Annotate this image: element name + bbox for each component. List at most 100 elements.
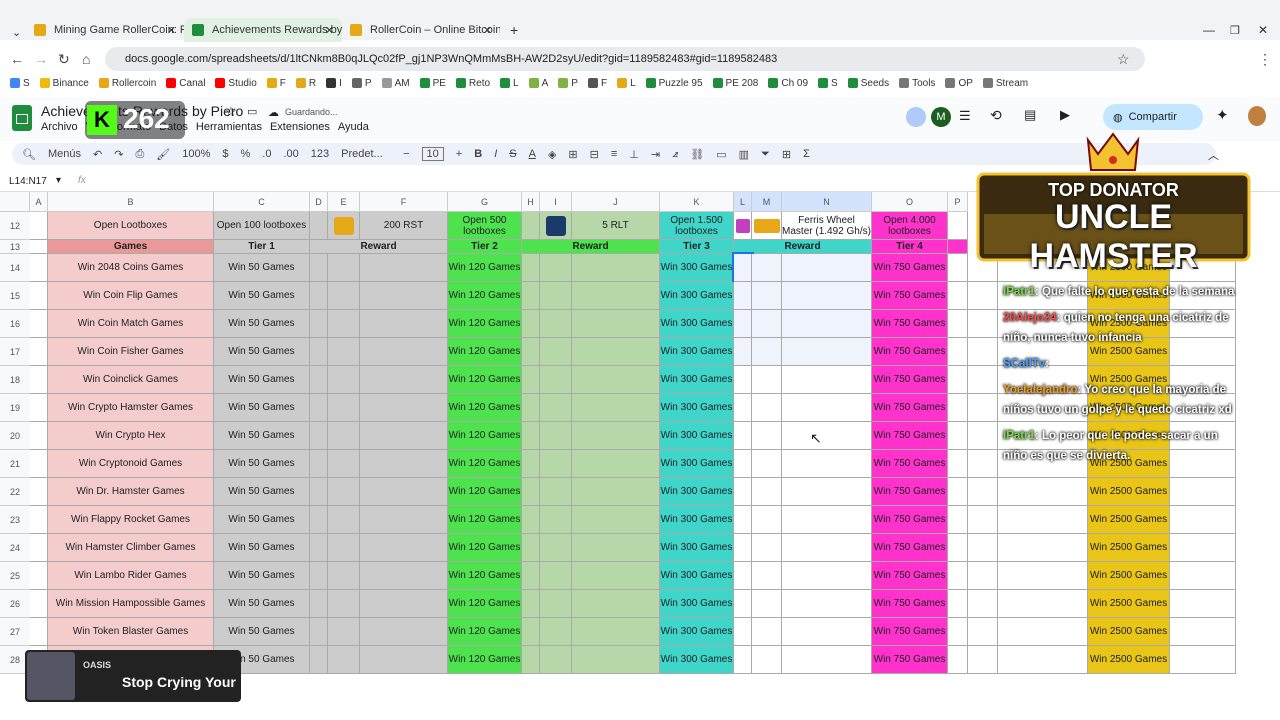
tier1-requirement-cell[interactable]: Win 50 Games	[214, 506, 310, 534]
tier2-reward-cell[interactable]	[572, 618, 660, 646]
tier5-requirement-cell[interactable]: Win 2500 Games	[1088, 506, 1170, 534]
bookmark-item[interactable]: S	[818, 78, 838, 89]
search-icon[interactable]: 🔍︎	[22, 148, 36, 161]
tier3-requirement-cell[interactable]: Win 300 Games	[660, 394, 734, 422]
tier3-reward-cell[interactable]	[782, 590, 872, 618]
cell[interactable]	[328, 618, 360, 646]
align-vertical-icon[interactable]: ⊥	[629, 148, 639, 161]
bookmark-item[interactable]: AM	[381, 78, 410, 89]
percent-button[interactable]: %	[240, 148, 250, 160]
tier2-reward-cell[interactable]	[572, 562, 660, 590]
cell[interactable]	[734, 618, 752, 646]
align-horizontal-icon[interactable]: ≡	[611, 148, 617, 160]
tier2-reward-cell[interactable]	[572, 254, 660, 282]
cell[interactable]	[948, 338, 968, 366]
cell[interactable]	[1170, 562, 1236, 590]
cell[interactable]	[752, 534, 782, 562]
cell[interactable]	[540, 506, 572, 534]
cell[interactable]	[30, 212, 48, 240]
tier3-requirement-cell[interactable]: Win 300 Games	[660, 562, 734, 590]
cell[interactable]	[948, 590, 968, 618]
cell[interactable]	[310, 366, 328, 394]
cell[interactable]	[998, 590, 1088, 618]
cell[interactable]	[522, 590, 540, 618]
tier1-reward-cell[interactable]	[360, 282, 448, 310]
cell[interactable]	[30, 240, 48, 254]
cell[interactable]	[968, 534, 998, 562]
cell[interactable]	[30, 506, 48, 534]
tier5-requirement-cell[interactable]: Win 2500 Games	[1088, 478, 1170, 506]
name-box[interactable]: L14:N17	[9, 176, 47, 187]
tier1-requirement-cell[interactable]: Win 50 Games	[214, 310, 310, 338]
tier2-requirement-cell[interactable]: Win 120 Games	[448, 254, 522, 282]
row-header[interactable]: 24	[0, 534, 30, 562]
cell[interactable]	[752, 562, 782, 590]
cell[interactable]	[328, 646, 360, 674]
tier2-reward-cell[interactable]	[572, 450, 660, 478]
reward-header[interactable]: Reward	[522, 240, 660, 254]
cell[interactable]	[1170, 618, 1236, 646]
back-icon[interactable]: ←	[10, 51, 24, 67]
cell[interactable]	[752, 394, 782, 422]
tier2-reward-cell[interactable]	[572, 422, 660, 450]
column-header-k[interactable]: K	[660, 192, 734, 212]
tier2-requirement-cell[interactable]: Win 120 Games	[448, 310, 522, 338]
cell[interactable]	[752, 478, 782, 506]
bookmark-item[interactable]: Canal	[166, 78, 205, 89]
browser-tab[interactable]: RollerCoin – Online Bitcoin Min ✕	[342, 18, 500, 42]
tier1-reward-cell[interactable]	[360, 590, 448, 618]
cell[interactable]	[328, 478, 360, 506]
row-header[interactable]: 18	[0, 366, 30, 394]
cell[interactable]	[30, 450, 48, 478]
tier4-requirement-cell[interactable]: Win 750 Games	[872, 338, 948, 366]
cell[interactable]	[948, 534, 968, 562]
games-header[interactable]: Games	[48, 240, 214, 254]
cell[interactable]	[30, 254, 48, 282]
account-avatar[interactable]	[1248, 106, 1266, 126]
tier4-requirement-cell[interactable]: Win 750 Games	[872, 534, 948, 562]
cell[interactable]	[752, 366, 782, 394]
cell[interactable]	[328, 310, 360, 338]
bookmark-item[interactable]: P	[351, 78, 372, 89]
tier1-requirement-cell[interactable]: Win 50 Games	[214, 338, 310, 366]
cell[interactable]	[734, 310, 752, 338]
menus-search[interactable]: Menús	[48, 148, 81, 160]
cell[interactable]	[30, 282, 48, 310]
bookmark-item[interactable]: L	[500, 78, 519, 89]
cell[interactable]	[540, 562, 572, 590]
tier4-lootbox-requirement[interactable]: Open 4.000 lootboxes	[872, 212, 948, 240]
tier1-requirement-cell[interactable]: Win 50 Games	[214, 478, 310, 506]
cell[interactable]	[752, 618, 782, 646]
tier1-reward-cell[interactable]	[360, 422, 448, 450]
cell[interactable]	[752, 338, 782, 366]
meet-icon[interactable]: ▶	[1060, 107, 1070, 123]
game-name-cell[interactable]: Win Coin Flip Games	[48, 282, 214, 310]
forward-icon[interactable]: →	[34, 51, 48, 67]
row-header[interactable]: 15	[0, 282, 30, 310]
bookmark-item[interactable]: F	[587, 78, 607, 89]
game-name-cell[interactable]: Win Crypto Hex	[48, 422, 214, 450]
tier5-requirement-cell[interactable]: Win 2500 Games	[1088, 562, 1170, 590]
bookmark-item[interactable]: F	[266, 78, 286, 89]
fill-color-icon[interactable]: ◈	[548, 148, 556, 161]
tier2-requirement-cell[interactable]: Win 120 Games	[448, 366, 522, 394]
italic-icon[interactable]: I	[494, 148, 497, 160]
cell[interactable]	[30, 338, 48, 366]
tier2-requirement-cell[interactable]: Win 120 Games	[448, 618, 522, 646]
tier4-requirement-cell[interactable]: Win 750 Games	[872, 422, 948, 450]
cell[interactable]	[522, 422, 540, 450]
tab-list-chevron-icon[interactable]: ⌄	[4, 20, 24, 44]
row-header-12[interactable]: 12	[0, 212, 30, 240]
tier5-requirement-cell[interactable]: Win 2500 Games	[1088, 590, 1170, 618]
bookmark-item[interactable]: Stream	[982, 78, 1028, 89]
column-header-j[interactable]: J	[572, 192, 660, 212]
tier1-reward-cell[interactable]	[360, 478, 448, 506]
row-header[interactable]: 22	[0, 478, 30, 506]
tier2-reward-cell[interactable]	[572, 366, 660, 394]
tier1-reward-cell[interactable]	[360, 646, 448, 674]
row-header[interactable]: 21	[0, 450, 30, 478]
tier3-requirement-cell[interactable]: Win 300 Games	[660, 366, 734, 394]
cell[interactable]	[948, 506, 968, 534]
tier1-reward-cell[interactable]	[360, 310, 448, 338]
tier2-requirement-cell[interactable]: Win 120 Games	[448, 478, 522, 506]
